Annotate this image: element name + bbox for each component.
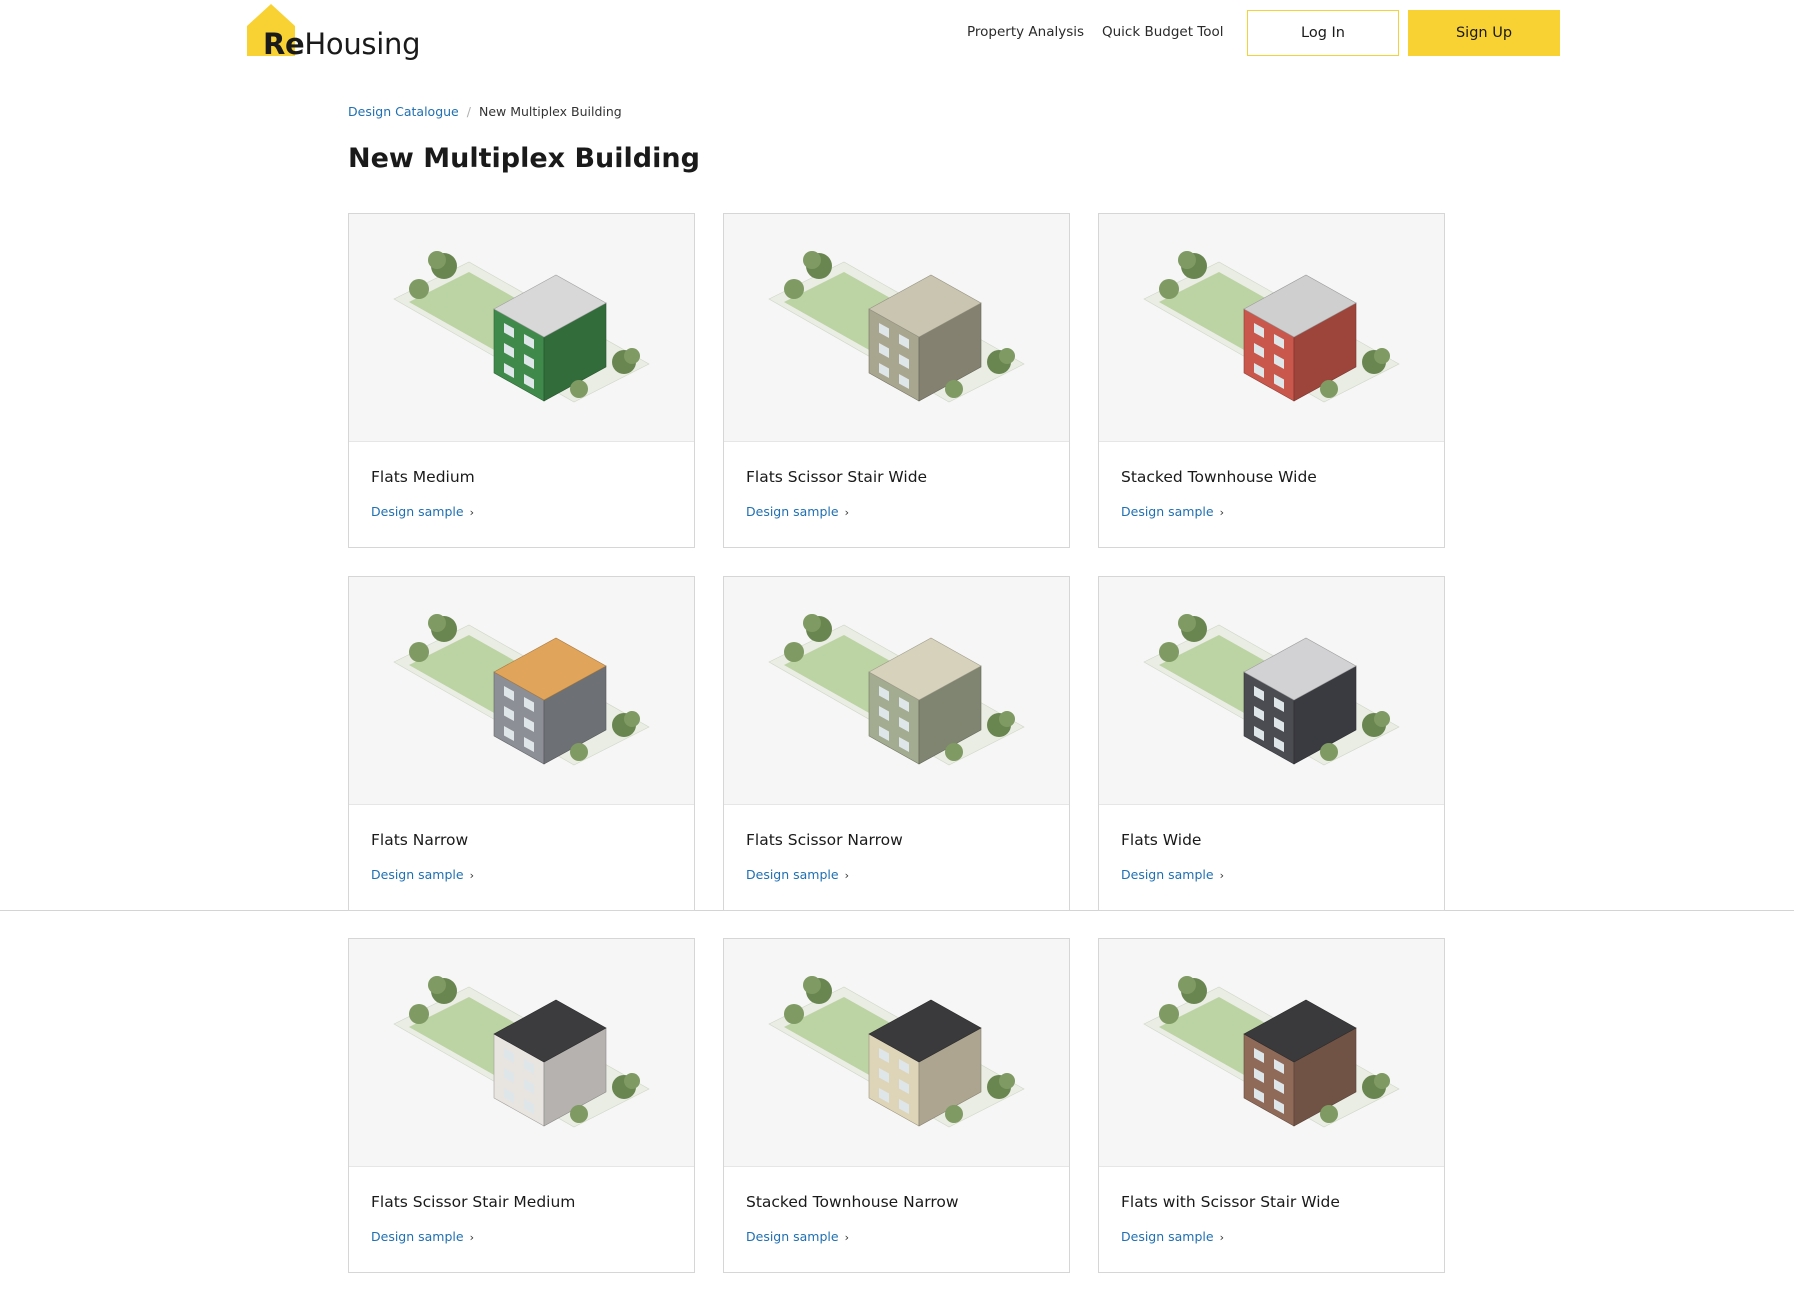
design-image[interactable]	[1099, 214, 1444, 442]
design-card-title[interactable]: Flats Medium	[371, 468, 475, 486]
design-image[interactable]	[1099, 939, 1444, 1167]
building-illustration-icon	[1143, 614, 1400, 766]
building-illustration-icon	[768, 614, 1025, 766]
design-sample-link[interactable]: Design sample ›	[371, 867, 474, 882]
chevron-right-icon: ›	[1219, 1231, 1224, 1244]
design-card[interactable]: Flats Medium Design sample ›	[348, 213, 695, 548]
design-sample-link[interactable]: Design sample ›	[746, 1229, 849, 1244]
design-sample-label: Design sample	[1121, 504, 1214, 519]
logo-prefix: Re	[263, 27, 305, 61]
design-card-title[interactable]: Flats with Scissor Stair Wide	[1121, 1193, 1340, 1211]
building-illustration-icon	[1143, 251, 1400, 403]
design-image[interactable]	[349, 214, 694, 442]
chevron-right-icon: ›	[1219, 869, 1224, 882]
design-card[interactable]: Flats with Scissor Stair Wide Design sam…	[1098, 938, 1445, 1273]
design-sample-link[interactable]: Design sample ›	[1121, 504, 1224, 519]
design-card-title[interactable]: Flats Narrow	[371, 831, 468, 849]
rehousing-logo[interactable]: ReHousing	[247, 4, 421, 64]
design-card[interactable]: Flats Narrow Design sample ›	[348, 576, 695, 911]
chevron-right-icon: ›	[844, 1231, 849, 1244]
design-card-title[interactable]: Flats Scissor Stair Medium	[371, 1193, 575, 1211]
design-sample-label: Design sample	[1121, 1229, 1214, 1244]
login-button[interactable]: Log In	[1247, 10, 1399, 56]
design-image[interactable]	[1099, 577, 1444, 805]
design-card[interactable]: Flats Scissor Stair Medium Design sample…	[348, 938, 695, 1273]
chevron-right-icon: ›	[469, 869, 474, 882]
design-sample-link[interactable]: Design sample ›	[1121, 867, 1224, 882]
signup-button[interactable]: Sign Up	[1408, 10, 1560, 56]
design-sample-link[interactable]: Design sample ›	[371, 504, 474, 519]
design-sample-link[interactable]: Design sample ›	[746, 504, 849, 519]
design-sample-label: Design sample	[746, 504, 839, 519]
building-illustration-icon	[1143, 976, 1400, 1128]
nav-link-quick-budget-tool[interactable]: Quick Budget Tool	[1102, 24, 1224, 40]
design-card-title[interactable]: Stacked Townhouse Wide	[1121, 468, 1317, 486]
building-illustration-icon	[393, 614, 650, 766]
design-card-title[interactable]: Flats Scissor Narrow	[746, 831, 903, 849]
top-nav: ReHousing Property Analysis Quick Budget…	[0, 0, 1794, 70]
chevron-right-icon: ›	[469, 1231, 474, 1244]
design-image[interactable]	[349, 939, 694, 1167]
design-sample-label: Design sample	[371, 867, 464, 882]
chevron-right-icon: ›	[1219, 506, 1224, 519]
design-card[interactable]: Flats Scissor Stair Wide Design sample ›	[723, 213, 1070, 548]
design-image[interactable]	[724, 939, 1069, 1167]
breadcrumb-current: New Multiplex Building	[478, 104, 622, 119]
design-sample-label: Design sample	[371, 1229, 464, 1244]
design-card-title[interactable]: Stacked Townhouse Narrow	[746, 1193, 959, 1211]
design-sample-label: Design sample	[1121, 867, 1214, 882]
breadcrumb: Design Catalogue / New Multiplex Building	[348, 104, 622, 119]
design-sample-label: Design sample	[746, 867, 839, 882]
building-illustration-icon	[393, 251, 650, 403]
design-card[interactable]: Stacked Townhouse Wide Design sample ›	[1098, 213, 1445, 548]
design-card[interactable]: Stacked Townhouse Narrow Design sample ›	[723, 938, 1070, 1273]
design-card[interactable]: Flats Wide Design sample ›	[1098, 576, 1445, 911]
design-sample-link[interactable]: Design sample ›	[746, 867, 849, 882]
building-illustration-icon	[768, 251, 1025, 403]
building-illustration-icon	[393, 976, 650, 1128]
nav-link-property-analysis[interactable]: Property Analysis	[967, 24, 1084, 40]
design-sample-link[interactable]: Design sample ›	[371, 1229, 474, 1244]
chevron-right-icon: ›	[844, 869, 849, 882]
design-card-title[interactable]: Flats Scissor Stair Wide	[746, 468, 927, 486]
logo-suffix: Housing	[304, 27, 421, 61]
chevron-right-icon: ›	[469, 506, 474, 519]
breadcrumb-design-catalogue[interactable]: Design Catalogue	[348, 104, 459, 119]
chevron-right-icon: ›	[844, 506, 849, 519]
page-title: New Multiplex Building	[348, 143, 700, 174]
design-card[interactable]: Flats Scissor Narrow Design sample ›	[723, 576, 1070, 911]
building-illustration-icon	[768, 976, 1025, 1128]
design-sample-label: Design sample	[746, 1229, 839, 1244]
design-image[interactable]	[724, 577, 1069, 805]
breadcrumb-separator: /	[466, 104, 471, 119]
design-image[interactable]	[349, 577, 694, 805]
design-image[interactable]	[724, 214, 1069, 442]
design-sample-link[interactable]: Design sample ›	[1121, 1229, 1224, 1244]
design-sample-label: Design sample	[371, 504, 464, 519]
design-card-title[interactable]: Flats Wide	[1121, 831, 1201, 849]
